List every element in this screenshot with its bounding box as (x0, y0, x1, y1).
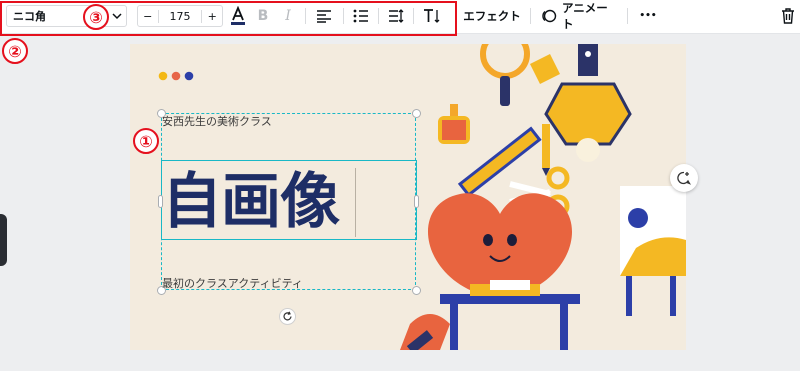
annotation-marker-1: ① (133, 128, 159, 154)
resize-handle-bottom-right[interactable] (412, 286, 421, 295)
rotate-icon[interactable] (279, 308, 296, 325)
toolbar-divider (530, 8, 531, 24)
effects-button[interactable]: エフェクト (463, 5, 521, 27)
resize-handle-top-right[interactable] (412, 109, 421, 118)
side-panel-toggle[interactable] (0, 214, 7, 266)
trash-icon (782, 8, 794, 24)
annotation-box (0, 1, 457, 36)
delete-button[interactable] (778, 5, 798, 27)
decorative-dots (158, 71, 194, 81)
subtitle-text-top[interactable]: 安西先生の美術クラス (162, 113, 272, 129)
annotation-marker-3: ③ (83, 4, 109, 30)
text-cursor (355, 168, 356, 237)
more-options-button[interactable]: ••• (637, 5, 659, 27)
animate-button[interactable]: アニメート (541, 1, 619, 31)
animate-icon (541, 8, 557, 24)
animate-label: アニメート (562, 1, 608, 31)
annotation-marker-2: ② (2, 38, 28, 64)
title-text[interactable]: 自画像 (162, 166, 402, 238)
resize-handle-right[interactable] (414, 195, 419, 208)
art-supplies-illustration (400, 44, 686, 350)
subtitle-text-bottom[interactable]: 最初のクラスアクティビティ (162, 275, 303, 291)
toolbar-divider (627, 8, 628, 24)
comment-plus-icon (677, 171, 691, 185)
add-comment-button[interactable] (670, 164, 698, 192)
